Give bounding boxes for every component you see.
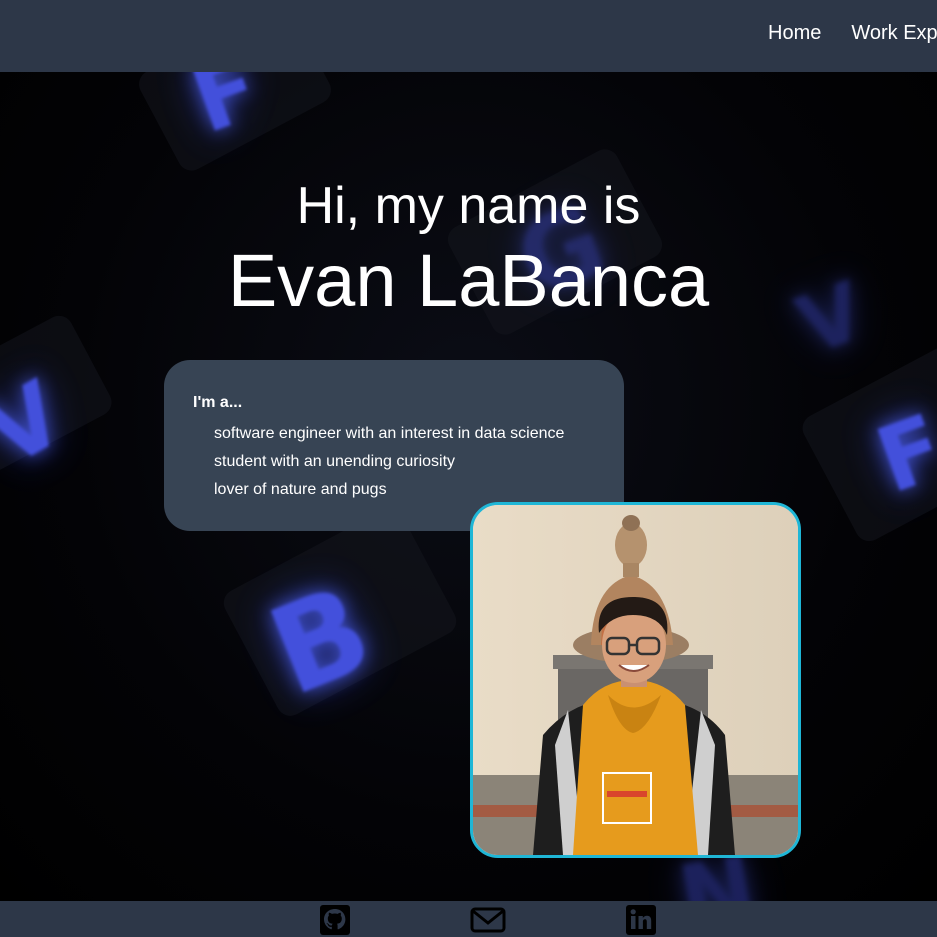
- about-item: student with an unending curiosity: [214, 453, 456, 470]
- nav-link-work-experience[interactable]: Work Expe: [851, 22, 937, 45]
- about-list: software engineer with an interest in da…: [193, 420, 624, 504]
- hero-name: Evan LaBanca: [227, 239, 710, 322]
- github-icon[interactable]: [319, 905, 351, 935]
- profile-photo: [470, 502, 801, 858]
- nav-links: Home Work Expe: [768, 22, 937, 45]
- about-heading: I'm a...: [193, 394, 243, 411]
- footer: [0, 901, 937, 937]
- page: F G B V F V N Home Work Expe Hi, my name…: [0, 0, 937, 937]
- hero-greeting: Hi, my name is: [296, 177, 641, 235]
- linkedin-icon[interactable]: [625, 905, 657, 935]
- navbar: Home Work Expe: [0, 0, 937, 72]
- email-icon[interactable]: [470, 905, 506, 935]
- about-item: lover of nature and pugs: [214, 481, 387, 498]
- nav-link-home[interactable]: Home: [768, 22, 821, 45]
- about-item: software engineer with an interest in da…: [214, 425, 565, 442]
